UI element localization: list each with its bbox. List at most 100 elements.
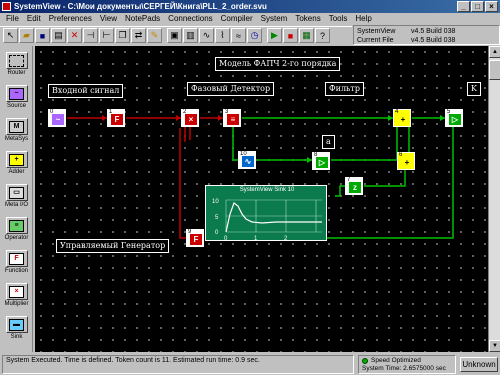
- root-locus-icon[interactable]: ∿: [199, 28, 214, 43]
- open-folder-icon[interactable]: ▰: [19, 28, 34, 43]
- menu-file[interactable]: File: [2, 13, 23, 25]
- stop-icon[interactable]: ■: [283, 28, 298, 43]
- multiplier-icon: ×: [9, 285, 24, 298]
- sink-plot-window[interactable]: SystemView Sink 10 10 5 0 0 1 2: [205, 185, 327, 242]
- menu-system[interactable]: System: [257, 13, 292, 25]
- token-source-0[interactable]: 0 ~: [48, 109, 66, 127]
- token-adder-4[interactable]: 4 +: [393, 109, 411, 127]
- sidebar-item-label: Function: [4, 268, 28, 274]
- token-gain-8[interactable]: 8 ▷: [312, 152, 330, 170]
- menu-edit[interactable]: Edit: [23, 13, 45, 25]
- token-delay-7[interactable]: 7 z: [345, 177, 363, 195]
- analysis-window-icon[interactable]: ▦: [299, 28, 314, 43]
- sidebar-item-adder[interactable]: + Adder: [2, 151, 31, 176]
- title-bar: SystemView - C:\Мои документы\СЕРГЕЙ\Кни…: [0, 0, 500, 13]
- wire-vco-feedback: [179, 128, 186, 239]
- create-metasystem-icon[interactable]: ▣: [167, 28, 182, 43]
- pointer-icon[interactable]: ↖: [3, 28, 18, 43]
- status-message: System Executed. Time is defined. Token …: [2, 355, 354, 374]
- sink-plot: 10 5 0 0 1 2: [212, 199, 322, 242]
- maximize-button[interactable]: □: [471, 1, 484, 12]
- sidebar-item-function[interactable]: F Function: [2, 250, 31, 275]
- router-icon: [9, 54, 24, 67]
- token-multiplier-2[interactable]: 2 ×: [181, 109, 199, 127]
- token-sink-10[interactable]: 10 ∿: [238, 151, 256, 169]
- duplicate-icon[interactable]: ❐: [115, 28, 130, 43]
- delay-z-icon: z: [349, 182, 361, 193]
- token-library-sidebar: Router ~ Source M MetaSys + Adder ▭ Meta…: [0, 46, 33, 352]
- reverse-icon[interactable]: ⇄: [131, 28, 146, 43]
- system-time-icon[interactable]: ◷: [247, 28, 262, 43]
- sink-ytick: 5: [215, 215, 219, 221]
- menu-compiler[interactable]: Compiler: [217, 13, 257, 25]
- vco-label: Управляемый Генератор: [56, 239, 170, 253]
- scroll-thumb[interactable]: [489, 60, 500, 80]
- speed-mode: Speed Optimized: [371, 357, 421, 364]
- system-canvas[interactable]: Модель ФАПЧ 2-го порядка Входной сигнал …: [35, 46, 488, 352]
- vco-function-icon: F: [190, 234, 202, 245]
- sidebar-item-label: Source: [6, 103, 26, 109]
- menu-tools[interactable]: Tools: [325, 13, 352, 25]
- gain-k-label: K: [467, 82, 481, 96]
- sidebar-item-source[interactable]: ~ Source: [2, 85, 31, 110]
- adder-icon: +: [9, 153, 24, 166]
- bode-plot-icon[interactable]: ⌇: [215, 28, 230, 43]
- vertical-scrollbar[interactable]: ▲ ▼: [488, 46, 500, 352]
- connect-icon[interactable]: ⊢: [99, 28, 114, 43]
- menu-help[interactable]: Help: [351, 13, 375, 25]
- toolbar: ↖ ▰ ■ ▤ ✕ ⊣ ⊢ ❐ ⇄ ✎ ▣ ▥ ∿ ⌇ ≈ ◷ ▶ ■ ▦ ?: [0, 26, 352, 44]
- filter-design-icon[interactable]: ≈: [231, 28, 246, 43]
- sink-xtick: 1: [254, 236, 258, 242]
- menu-connections[interactable]: Connections: [164, 13, 216, 25]
- function-icon: F: [111, 114, 123, 125]
- sidebar-item-sink[interactable]: ▬ Sink: [2, 316, 31, 341]
- menu-tokens[interactable]: Tokens: [291, 13, 324, 25]
- close-button[interactable]: ×: [485, 1, 498, 12]
- menu-view[interactable]: View: [96, 13, 121, 25]
- scroll-up-icon[interactable]: ▲: [489, 46, 500, 58]
- adder-icon: +: [404, 158, 410, 167]
- token-function-1[interactable]: 1 F: [107, 109, 125, 127]
- status-unknown-button[interactable]: Unknown: [460, 357, 498, 372]
- sidebar-item-meta-io[interactable]: ▭ Meta I/O: [2, 184, 31, 209]
- print-icon[interactable]: ▤: [51, 28, 66, 43]
- sidebar-item-multiplier[interactable]: × Multiplier: [2, 283, 31, 308]
- operator-icon: ≡: [9, 219, 24, 232]
- current-file-version: v4.5 Build 038: [411, 37, 456, 44]
- multiplier-icon: ×: [185, 114, 197, 125]
- notepad-icon[interactable]: ✎: [147, 28, 162, 43]
- token-gain-5[interactable]: 5 ▷: [445, 109, 463, 127]
- sidebar-item-label: Multiplier: [4, 301, 29, 307]
- menu-preferences[interactable]: Preferences: [45, 13, 96, 25]
- lowpass-filter-icon: ≡: [227, 114, 239, 125]
- speed-indicator-icon: [362, 358, 368, 364]
- sidebar-item-router[interactable]: Router: [2, 52, 31, 77]
- sink-xtick: 2: [284, 236, 288, 242]
- gain-icon: ▷: [449, 114, 461, 125]
- sink-xtick: 0: [224, 236, 228, 242]
- token-operator-3[interactable]: 3 ≡: [223, 109, 241, 127]
- minimize-button[interactable]: _: [457, 1, 470, 12]
- sink-icon: ▬: [9, 318, 24, 331]
- menu-notepads[interactable]: NotePads: [121, 13, 164, 25]
- sink-ytick: 10: [212, 199, 219, 205]
- token-vco-9[interactable]: 9 F: [186, 229, 204, 247]
- delete-icon[interactable]: ✕: [67, 28, 82, 43]
- version-info: SystemView v4.5 Build 038 Current File v4.…: [353, 25, 500, 45]
- sidebar-item-operator[interactable]: ≡ Operator: [2, 217, 31, 242]
- scroll-down-icon[interactable]: ▼: [489, 340, 500, 352]
- version-label: SystemView: [357, 28, 396, 35]
- disconnect-icon[interactable]: ⊣: [83, 28, 98, 43]
- window-title: SystemView - C:\Мои документы\СЕРГЕЙ\Кни…: [14, 2, 267, 11]
- sidebar-item-metasys[interactable]: M MetaSys: [2, 118, 31, 143]
- status-bar: System Executed. Time is defined. Token …: [0, 353, 500, 375]
- sidebar-item-label: Operator: [4, 235, 29, 241]
- current-file-label: Current File: [357, 37, 394, 44]
- status-system-info: Speed Optimized System Time: 2.6575000 s…: [358, 355, 456, 374]
- token-adder-6[interactable]: 6 +: [397, 152, 415, 170]
- run-icon[interactable]: ▶: [267, 28, 282, 43]
- help-icon[interactable]: ?: [315, 28, 330, 43]
- save-icon[interactable]: ■: [35, 28, 50, 43]
- wire-gain-a-to-adder: [331, 125, 398, 161]
- view-metasystem-icon[interactable]: ▥: [183, 28, 198, 43]
